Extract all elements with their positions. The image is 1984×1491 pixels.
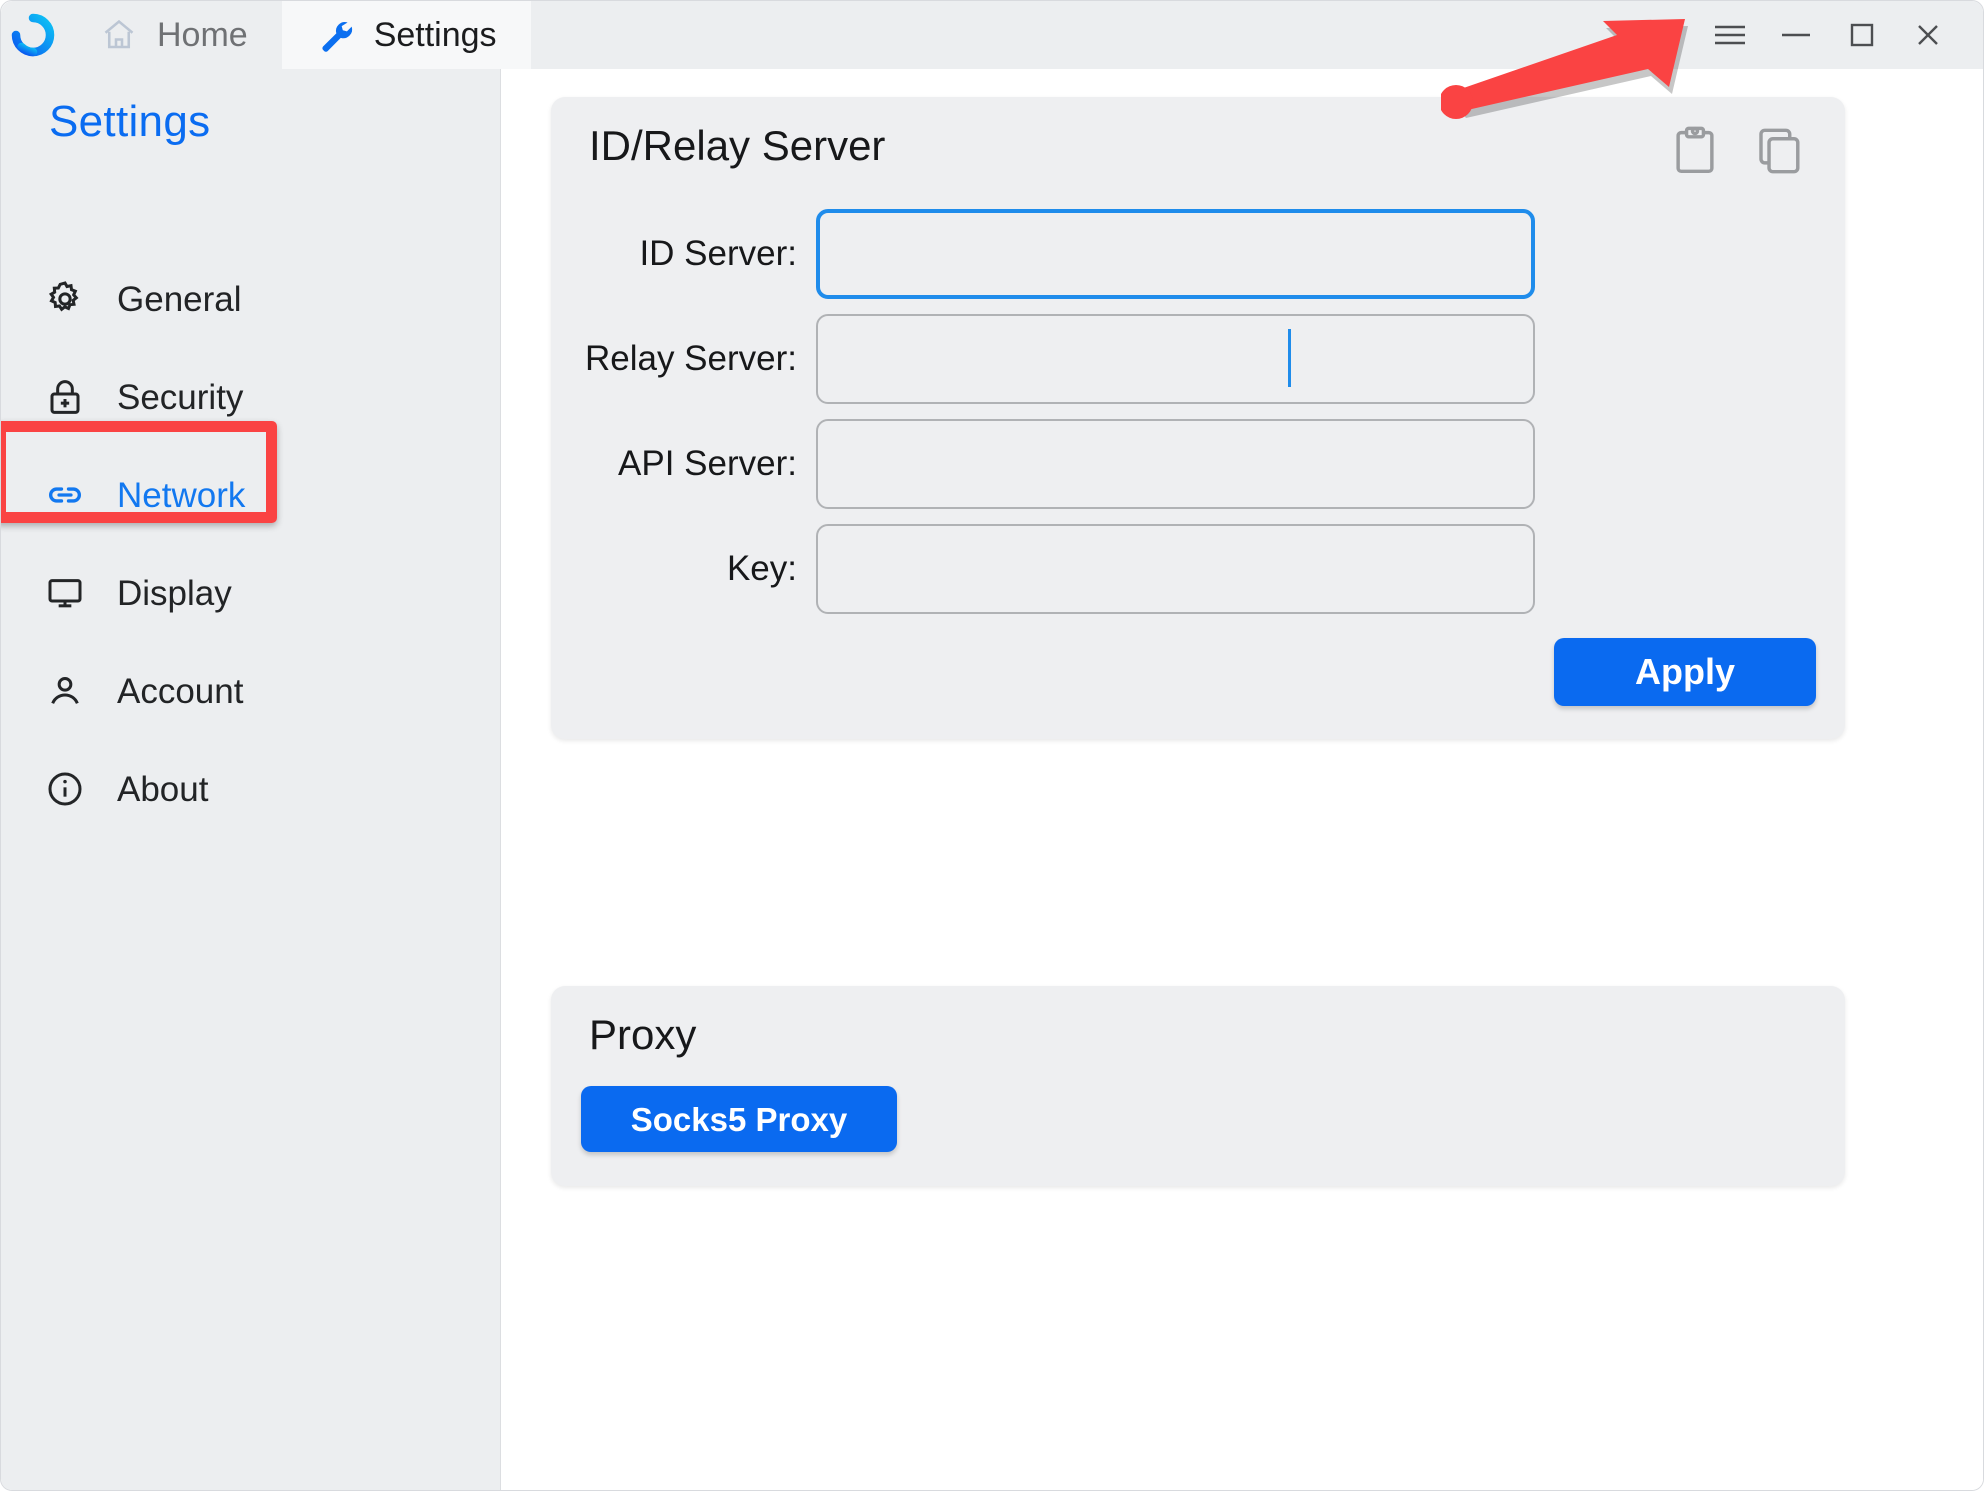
close-button[interactable]: [1895, 1, 1961, 69]
paste-button[interactable]: [1671, 125, 1719, 177]
socks5-proxy-button[interactable]: Socks5 Proxy: [581, 1086, 897, 1152]
card-actions: [1671, 125, 1803, 177]
sidebar-item-security[interactable]: Security: [1, 355, 501, 439]
titlebar-drag-area: [531, 1, 1697, 69]
api-server-input[interactable]: [816, 418, 1535, 509]
lock-icon: [43, 375, 87, 419]
sidebar-item-label: Account: [117, 671, 244, 711]
maximize-button[interactable]: [1829, 1, 1895, 69]
page-title: Settings: [49, 97, 211, 146]
menu-button[interactable]: [1697, 1, 1763, 69]
minimize-button[interactable]: [1763, 1, 1829, 69]
id-relay-server-card: ID/Relay Server ID Server: Relay Server:…: [551, 97, 1845, 739]
sidebar-item-general[interactable]: General: [1, 257, 501, 341]
sidebar-item-account[interactable]: Account: [1, 649, 501, 733]
sidebar-nav: General Security Network Display Account…: [1, 257, 501, 845]
gear-icon: [43, 277, 87, 321]
person-icon: [43, 669, 87, 713]
content-area: ID/Relay Server ID Server: Relay Server:…: [502, 69, 1983, 1490]
sidebar-item-label: Security: [117, 377, 244, 417]
form-row-key: Key:: [551, 516, 1845, 621]
relay-server-label: Relay Server:: [584, 339, 797, 378]
id-server-label: ID Server:: [639, 234, 797, 273]
titlebar: Home Settings: [1, 1, 1983, 69]
link-icon: [43, 473, 87, 517]
sidebar-item-label: About: [117, 769, 209, 809]
id-server-input[interactable]: [816, 208, 1535, 299]
home-icon: [99, 15, 139, 55]
api-server-label: API Server:: [618, 444, 797, 483]
key-input[interactable]: [816, 523, 1535, 614]
sidebar-item-display[interactable]: Display: [1, 551, 501, 635]
card-title: ID/Relay Server: [589, 122, 886, 169]
text-cursor: [1288, 329, 1291, 387]
sidebar-item-label: Display: [117, 573, 232, 613]
apply-button[interactable]: Apply: [1554, 638, 1816, 706]
id-relay-form: ID Server: Relay Server: API Server: Key…: [551, 201, 1845, 621]
key-label: Key:: [726, 549, 797, 588]
info-icon: [43, 767, 87, 811]
tab-home[interactable]: Home: [65, 1, 282, 69]
relay-server-input[interactable]: [816, 313, 1535, 404]
monitor-icon: [43, 571, 87, 615]
window-controls: [1697, 1, 1983, 69]
tab-settings[interactable]: Settings: [281, 1, 531, 69]
form-row-api-server: API Server:: [551, 411, 1845, 516]
proxy-card: Proxy Socks5 Proxy: [551, 986, 1845, 1186]
app-window: Home Settings Settings General Security …: [0, 0, 1984, 1491]
sidebar-item-label: General: [117, 279, 242, 319]
sidebar: Settings General Security Network Displa…: [1, 69, 501, 1490]
tab-home-label: Home: [157, 16, 248, 54]
tab-settings-label: Settings: [373, 16, 497, 54]
rustdesk-logo-icon: [1, 1, 65, 69]
wrench-icon: [316, 15, 356, 55]
copy-button[interactable]: [1755, 125, 1803, 177]
sidebar-item-network[interactable]: Network: [1, 453, 501, 537]
form-row-relay-server: Relay Server:: [551, 306, 1845, 411]
sidebar-item-label: Network: [117, 475, 246, 515]
form-row-id-server: ID Server:: [551, 201, 1845, 306]
sidebar-item-about[interactable]: About: [1, 747, 501, 831]
proxy-card-title: Proxy: [589, 1011, 697, 1058]
apply-button-wrap: Apply: [1554, 638, 1816, 706]
